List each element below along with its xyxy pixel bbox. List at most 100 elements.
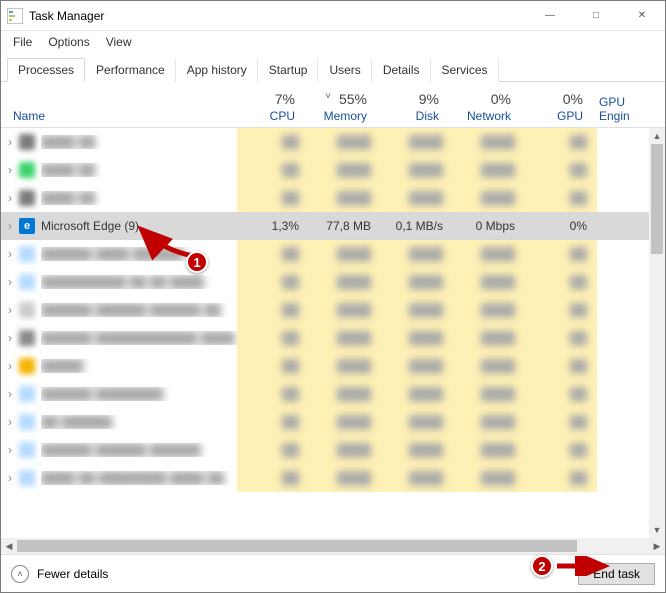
hscroll-thumb[interactable] — [17, 540, 577, 552]
cell-disk: ████ — [381, 156, 453, 184]
horizontal-scrollbar[interactable]: ◀ ▶ — [1, 538, 665, 554]
process-list[interactable]: ›████ ██████████████████›████ ██████████… — [1, 128, 649, 538]
expand-icon[interactable]: › — [1, 247, 19, 261]
menubar: File Options View — [1, 31, 665, 53]
tab-startup[interactable]: Startup — [258, 58, 319, 82]
cell-network: ████ — [453, 268, 525, 296]
cell-disk: ████ — [381, 184, 453, 212]
col-cpu[interactable]: 7% CPU — [233, 91, 305, 127]
cell-gpu: ██ — [525, 296, 597, 324]
table-row-selected[interactable]: ›eMicrosoft Edge (9)1,3%77,8 MB0,1 MB/s0… — [1, 212, 649, 240]
tabstrip: Processes Performance App history Startu… — [1, 53, 665, 82]
col-gpu-engine[interactable]: GPU Engin — [593, 95, 649, 127]
process-icon — [19, 162, 35, 178]
process-name: ██████ ██████ ██████ — [41, 443, 237, 457]
cell-gpu: ██ — [525, 156, 597, 184]
cell-gpu: 0% — [525, 212, 597, 240]
tab-details[interactable]: Details — [372, 58, 431, 82]
table-row[interactable]: ›████ ██████████████████ — [1, 128, 649, 156]
tab-processes[interactable]: Processes — [7, 58, 85, 82]
tab-services[interactable]: Services — [431, 58, 499, 82]
table-row[interactable]: ›██ ██████████████████████ — [1, 408, 649, 436]
expand-icon[interactable]: › — [1, 163, 19, 177]
col-memory[interactable]: 55% Memory — [305, 91, 377, 127]
cell-disk: ████ — [381, 268, 453, 296]
scroll-right-icon[interactable]: ▶ — [649, 541, 665, 552]
cell-disk: ████ — [381, 436, 453, 464]
cell-disk: ████ — [381, 352, 453, 380]
titlebar[interactable]: Task Manager — □ ✕ — [1, 1, 665, 31]
cell-cpu: ██ — [237, 296, 309, 324]
table-row[interactable]: ›██████ ████████████████████████ — [1, 380, 649, 408]
expand-icon[interactable]: › — [1, 443, 19, 457]
app-icon — [7, 8, 23, 24]
edge-icon: e — [19, 218, 35, 234]
expand-icon[interactable]: › — [1, 387, 19, 401]
table-row[interactable]: ›█████████████████████ — [1, 352, 649, 380]
cell-memory: ████ — [309, 436, 381, 464]
cell-disk: ████ — [381, 380, 453, 408]
end-task-button[interactable]: End task — [578, 563, 655, 585]
scroll-thumb[interactable] — [651, 144, 663, 254]
process-name: ██████ ████████ — [41, 387, 237, 401]
fewer-details-button[interactable]: ˄ Fewer details — [11, 565, 108, 583]
cell-network: ████ — [453, 156, 525, 184]
expand-icon[interactable]: › — [1, 135, 19, 149]
table-row[interactable]: ›██████ ██████ ██████ ██████████████████ — [1, 296, 649, 324]
table-row[interactable]: ›████ ██ ████████ ████ █████████████████… — [1, 464, 649, 492]
expand-icon[interactable]: › — [1, 191, 19, 205]
tab-users[interactable]: Users — [318, 58, 371, 82]
cell-cpu: ██ — [237, 380, 309, 408]
cell-gpu: ██ — [525, 408, 597, 436]
table-row[interactable]: ›████ ██████████████████ — [1, 184, 649, 212]
table-row[interactable]: ›██████ ████ ██████████████████████ — [1, 240, 649, 268]
process-icon — [19, 470, 35, 486]
process-name: ██████████ ██ ██ ████ — [41, 275, 237, 289]
table-row[interactable]: ›████ ██████████████████ — [1, 156, 649, 184]
scroll-down-icon[interactable]: ▼ — [649, 522, 665, 538]
cell-memory: ████ — [309, 240, 381, 268]
expand-icon[interactable]: › — [1, 415, 19, 429]
process-name: ████ ██ ████████ ████ ██ — [41, 471, 237, 485]
table-row[interactable]: ›██████████ ██ ██ ████████████████████ — [1, 268, 649, 296]
process-icon — [19, 442, 35, 458]
table-row[interactable]: ›██████ ████████████ ███████████████████… — [1, 324, 649, 352]
table-row[interactable]: ›██████ ██████ ██████████████████████ — [1, 436, 649, 464]
cell-memory: ████ — [309, 128, 381, 156]
process-icon — [19, 190, 35, 206]
expand-icon[interactable]: › — [1, 359, 19, 373]
cell-cpu: ██ — [237, 408, 309, 436]
cell-gpu: ██ — [525, 380, 597, 408]
menu-file[interactable]: File — [7, 33, 38, 51]
tab-app-history[interactable]: App history — [176, 58, 258, 82]
minimize-button[interactable]: — — [527, 1, 573, 31]
maximize-button[interactable]: □ — [573, 1, 619, 31]
menu-view[interactable]: View — [100, 33, 138, 51]
cell-memory: 77,8 MB — [309, 212, 381, 240]
column-headers: Name 7% CPU 55% Memory 9% Disk 0% Networ… — [1, 82, 665, 128]
cell-gpu: ██ — [525, 240, 597, 268]
cell-cpu: ██ — [237, 268, 309, 296]
process-name: Microsoft Edge (9) — [41, 219, 237, 233]
col-gpu[interactable]: 0% GPU — [521, 91, 593, 127]
expand-icon[interactable]: › — [1, 275, 19, 289]
col-network[interactable]: 0% Network — [449, 91, 521, 127]
expand-icon[interactable]: › — [1, 219, 19, 233]
process-list-wrap: ›████ ██████████████████›████ ██████████… — [1, 128, 665, 538]
process-name: ████ ██ — [41, 191, 237, 205]
scroll-left-icon[interactable]: ◀ — [1, 541, 17, 552]
col-disk[interactable]: 9% Disk — [377, 91, 449, 127]
expand-icon[interactable]: › — [1, 303, 19, 317]
expand-icon[interactable]: › — [1, 331, 19, 345]
col-name[interactable]: Name — [1, 109, 233, 127]
cell-gpu: ██ — [525, 184, 597, 212]
footer: ˄ Fewer details End task — [1, 554, 665, 592]
scroll-up-icon[interactable]: ▲ — [649, 128, 665, 144]
tab-performance[interactable]: Performance — [85, 58, 176, 82]
expand-icon[interactable]: › — [1, 471, 19, 485]
process-icon — [19, 246, 35, 262]
close-button[interactable]: ✕ — [619, 1, 665, 31]
vertical-scrollbar[interactable]: ▲ ▼ — [649, 128, 665, 538]
menu-options[interactable]: Options — [42, 33, 95, 51]
process-name: ██████ ██████ ██████ ██ — [41, 303, 237, 317]
